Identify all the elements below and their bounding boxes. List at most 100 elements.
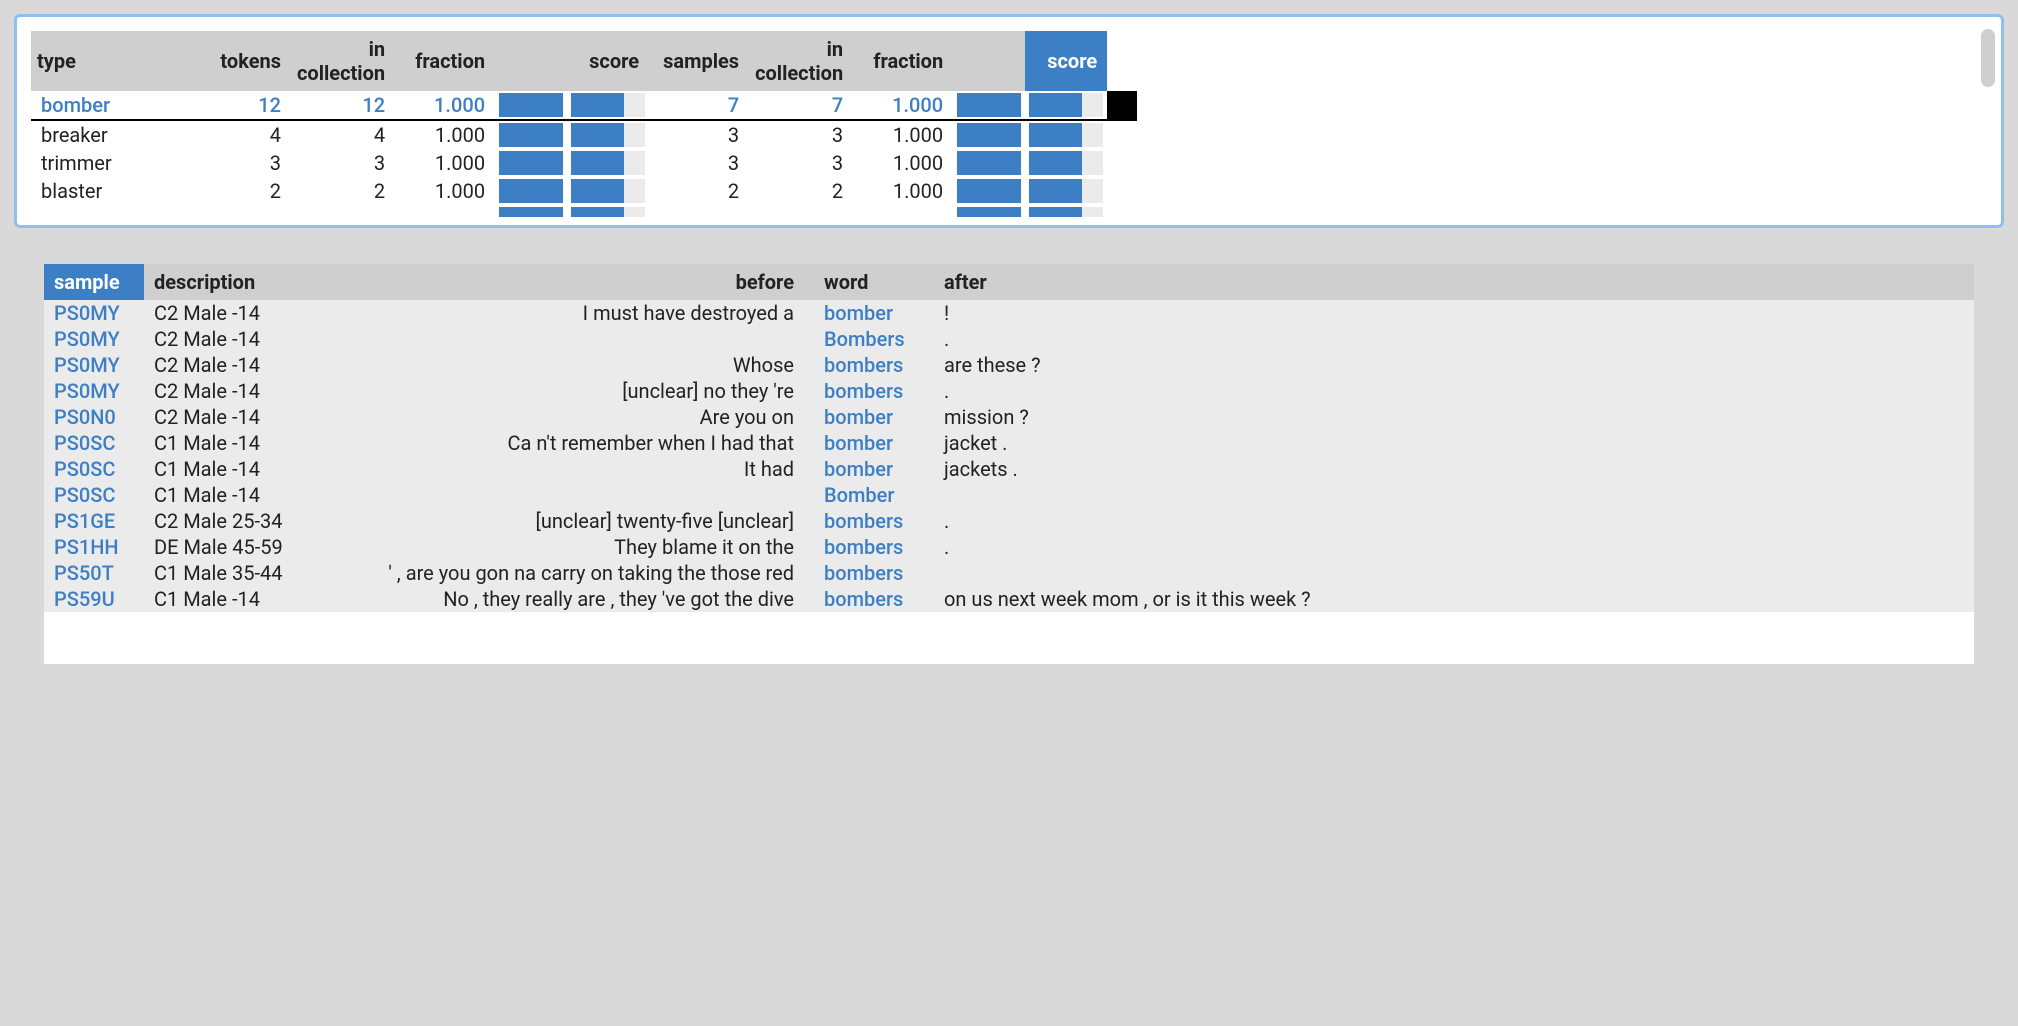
word-cell[interactable]: bomber xyxy=(804,456,934,482)
samples-cell: 3 xyxy=(649,120,749,149)
sample-link[interactable]: PS59U xyxy=(54,587,115,611)
col-fraction-2-bar xyxy=(953,31,1025,91)
col-in-collection-1[interactable]: in collection xyxy=(291,31,395,91)
word-cell[interactable]: bombers xyxy=(804,352,934,378)
before-cell: Are you on xyxy=(304,404,804,430)
col-tokens[interactable]: tokens xyxy=(191,31,291,91)
sample-link[interactable]: PS0SC xyxy=(54,483,115,507)
word-cell[interactable]: bomber xyxy=(804,404,934,430)
col-score-1[interactable]: score xyxy=(567,31,649,91)
selection-mark xyxy=(1107,91,1137,120)
col-fraction-1[interactable]: fraction xyxy=(395,31,495,91)
col-description[interactable]: description xyxy=(144,264,304,300)
table-row[interactable]: PS59UC1 Male -14No , they really are , t… xyxy=(44,586,1974,612)
word-cell[interactable]: bombers xyxy=(804,586,934,612)
word-cell[interactable]: bomber xyxy=(804,430,934,456)
sample-cell[interactable]: PS0SC xyxy=(44,456,144,482)
before-cell: [unclear] twenty-five [unclear] xyxy=(304,508,804,534)
desc-cell: C1 Male -14 xyxy=(144,482,304,508)
sample-cell[interactable]: PS0MY xyxy=(44,300,144,326)
sample-link[interactable]: PS0SC xyxy=(54,431,115,455)
sample-link[interactable]: PS0MY xyxy=(54,353,120,377)
col-fraction-1-bar xyxy=(495,31,567,91)
type-cell: bomber xyxy=(31,91,191,120)
sample-cell[interactable]: PS0MY xyxy=(44,378,144,404)
after-cell: ! xyxy=(934,300,1974,326)
after-cell: jacket . xyxy=(934,430,1974,456)
frac-1-cell: 1.000 xyxy=(395,91,495,120)
table-row[interactable]: PS0SCC1 Male -14Ca n't remember when I h… xyxy=(44,430,1974,456)
table-row-cutoff xyxy=(31,205,1137,219)
word-cell[interactable]: bomber xyxy=(804,300,934,326)
col-sample-active[interactable]: sample xyxy=(44,264,144,300)
sample-cell[interactable]: PS0MY xyxy=(44,352,144,378)
before-cell: They blame it on the xyxy=(304,534,804,560)
table-row[interactable]: PS0MYC2 Male -14Whosebombersare these ? xyxy=(44,352,1974,378)
sample-cell[interactable]: PS0SC xyxy=(44,482,144,508)
table-row[interactable]: trimmer331.000331.000 xyxy=(31,149,1137,177)
table-row[interactable]: PS0SCC1 Male -14It hadbomberjackets . xyxy=(44,456,1974,482)
word-cell[interactable]: Bomber xyxy=(804,482,934,508)
table-row[interactable]: breaker441.000331.000 xyxy=(31,120,1137,149)
col-after[interactable]: after xyxy=(934,264,1974,300)
sample-link[interactable]: PS0MY xyxy=(54,301,120,325)
sample-link[interactable]: PS50T xyxy=(54,561,114,585)
sample-link[interactable]: PS0N0 xyxy=(54,405,116,429)
col-type[interactable]: type xyxy=(31,31,191,91)
sample-link[interactable]: PS0MY xyxy=(54,379,120,403)
sample-cell[interactable]: PS0MY xyxy=(44,326,144,352)
table-row[interactable]: PS1HHDE Male 45-59They blame it on thebo… xyxy=(44,534,1974,560)
table-row[interactable]: blaster221.000221.000 xyxy=(31,177,1137,205)
table-row[interactable]: PS0MYC2 Male -14I must have destroyed ab… xyxy=(44,300,1974,326)
after-cell: mission ? xyxy=(934,404,1974,430)
bar-cell xyxy=(495,120,567,149)
type-cell: blaster xyxy=(31,177,191,205)
table-row[interactable]: bomber12121.000771.000 xyxy=(31,91,1137,120)
bar-cell xyxy=(953,91,1025,120)
col-word[interactable]: word xyxy=(804,264,934,300)
word-cell[interactable]: Bombers xyxy=(804,326,934,352)
table-row[interactable]: PS0MY C2 Male -14[unclear] no they 'rebom… xyxy=(44,378,1974,404)
col-fraction-2[interactable]: fraction xyxy=(853,31,953,91)
table-row[interactable]: PS1GEC2 Male 25-34[unclear] twenty-five … xyxy=(44,508,1974,534)
table-row[interactable]: PS0MYC2 Male -14Bombers. xyxy=(44,326,1974,352)
sample-cell[interactable]: PS59U xyxy=(44,586,144,612)
col-score-2-active[interactable]: score xyxy=(1025,31,1107,91)
sample-link[interactable]: PS1HH xyxy=(54,535,119,559)
in-coll-2-cell: 3 xyxy=(749,120,853,149)
sample-link[interactable]: PS1GE xyxy=(54,509,115,533)
bar-cell xyxy=(567,120,649,149)
tokens-cell: 4 xyxy=(191,120,291,149)
types-table: type tokens in collection fraction score… xyxy=(31,31,1137,219)
table-row[interactable]: PS0SC C1 Male -14 Bomber xyxy=(44,482,1974,508)
bar-cell xyxy=(1025,177,1107,205)
scrollbar-thumb[interactable] xyxy=(1981,29,1995,87)
word-cell[interactable]: bombers xyxy=(804,560,934,586)
sample-cell[interactable]: PS0SC xyxy=(44,430,144,456)
sample-cell[interactable]: PS50T xyxy=(44,560,144,586)
col-in-collection-2[interactable]: in collection xyxy=(749,31,853,91)
before-cell xyxy=(304,482,804,508)
col-before[interactable]: before xyxy=(304,264,804,300)
after-cell: are these ? xyxy=(934,352,1974,378)
table-row[interactable]: PS0N0C2 Male -14Are you onbombermission … xyxy=(44,404,1974,430)
col-samples[interactable]: samples xyxy=(649,31,749,91)
sample-link[interactable]: PS0MY xyxy=(54,327,120,351)
desc-cell: C2 Male -14 xyxy=(144,378,304,404)
mark-empty xyxy=(1107,149,1137,177)
word-cell[interactable]: bombers xyxy=(804,534,934,560)
word-cell[interactable]: bombers xyxy=(804,508,934,534)
desc-cell: C1 Male 35-44 xyxy=(144,560,304,586)
mark-empty xyxy=(1107,120,1137,149)
sample-cell[interactable]: PS1GE xyxy=(44,508,144,534)
before-cell: [unclear] no they 're xyxy=(304,378,804,404)
frac-2-cell: 1.000 xyxy=(853,120,953,149)
sample-cell[interactable]: PS1HH xyxy=(44,534,144,560)
before-cell: I must have destroyed a xyxy=(304,300,804,326)
sample-cell[interactable]: PS0N0 xyxy=(44,404,144,430)
table-row[interactable]: PS50TC1 Male 35-44' , are you gon na car… xyxy=(44,560,1974,586)
word-cell[interactable]: bombers xyxy=(804,378,934,404)
sample-link[interactable]: PS0SC xyxy=(54,457,115,481)
bar-cell xyxy=(1025,149,1107,177)
after-cell: . xyxy=(934,378,1974,404)
